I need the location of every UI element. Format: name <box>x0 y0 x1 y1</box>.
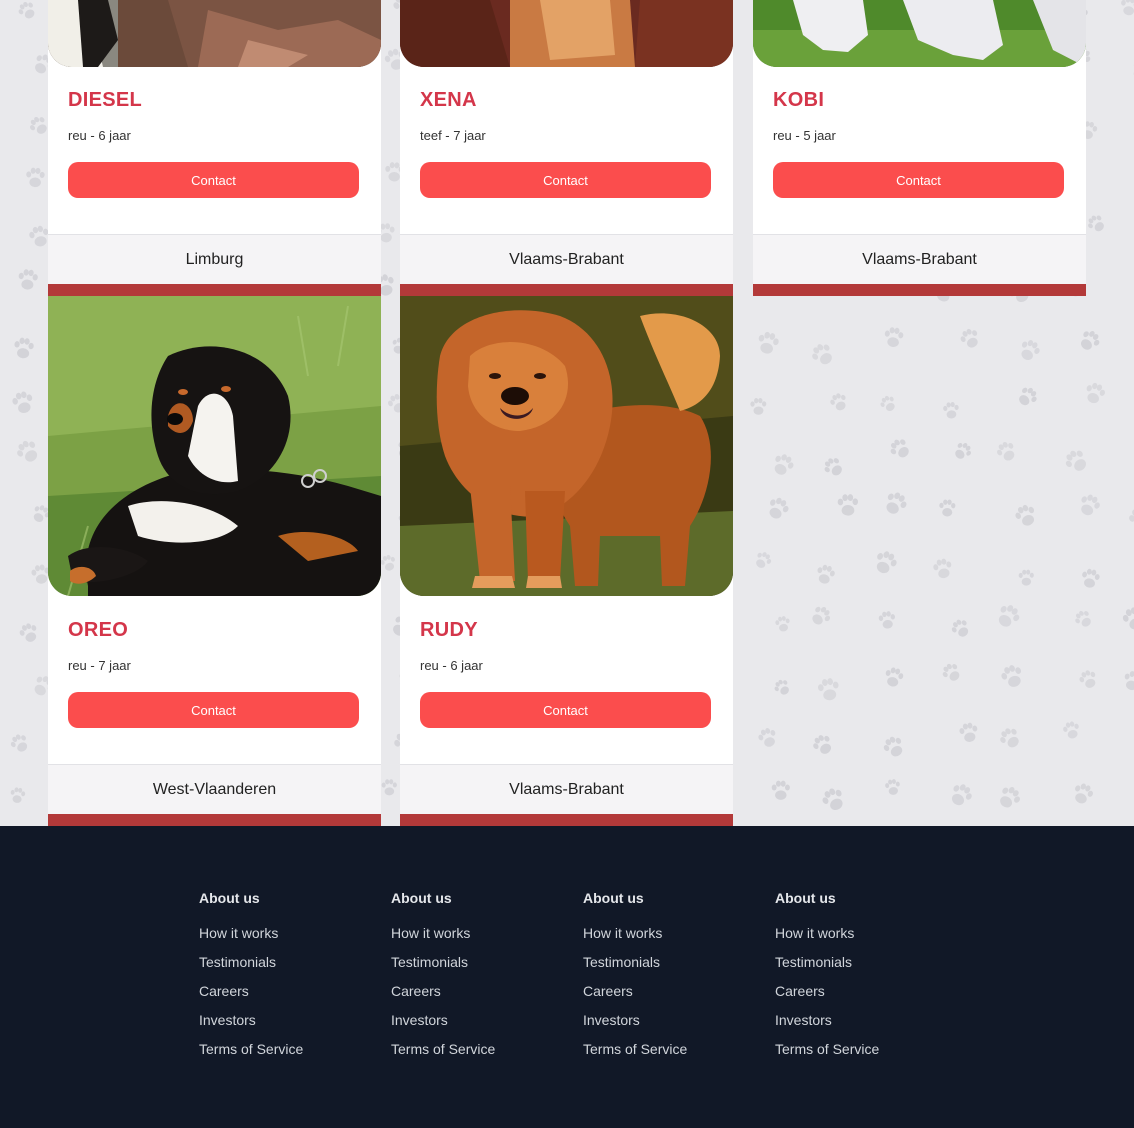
footer-links: How it works Testimonials Careers Invest… <box>583 924 763 1069</box>
footer-link-terms[interactable]: Terms of Service <box>775 1041 879 1057</box>
dog-gender-age: reu - 5 jaar <box>773 128 836 143</box>
dog-name: XENA <box>420 89 477 111</box>
footer-link-careers[interactable]: Careers <box>391 983 441 999</box>
footer-column: About us How it works Testimonials Caree… <box>775 889 955 1069</box>
dog-gender-age: reu - 7 jaar <box>68 658 131 673</box>
card-accent-bar <box>48 284 381 296</box>
footer-heading: About us <box>775 890 836 906</box>
footer-heading: About us <box>583 890 644 906</box>
footer-link-how-it-works[interactable]: How it works <box>199 925 278 941</box>
dog-region: Vlaams-Brabant <box>753 234 1086 284</box>
card-accent-bar <box>753 284 1086 296</box>
dog-region: Vlaams-Brabant <box>400 234 733 284</box>
footer-links: How it works Testimonials Careers Invest… <box>775 924 955 1069</box>
contact-button[interactable]: Contact <box>420 692 711 728</box>
site-footer: About us How it works Testimonials Caree… <box>0 826 1134 1128</box>
footer-link-testimonials[interactable]: Testimonials <box>199 954 276 970</box>
dog-card: RUDY reu - 6 jaar Contact Vlaams-Brabant <box>400 296 733 826</box>
dog-card: XENA teef - 7 jaar Contact Vlaams-Braban… <box>400 0 733 296</box>
footer-link-how-it-works[interactable]: How it works <box>583 925 662 941</box>
footer-link-terms[interactable]: Terms of Service <box>199 1041 303 1057</box>
dog-photo <box>753 0 1086 67</box>
contact-button[interactable]: Contact <box>420 162 711 198</box>
dog-gender-age: teef - 7 jaar <box>420 128 486 143</box>
footer-links: How it works Testimonials Careers Invest… <box>391 924 571 1069</box>
footer-link-investors[interactable]: Investors <box>583 1012 640 1028</box>
dog-name: DIESEL <box>68 89 143 111</box>
dog-region: West-Vlaanderen <box>48 764 381 814</box>
footer-link-testimonials[interactable]: Testimonials <box>583 954 660 970</box>
contact-button[interactable]: Contact <box>773 162 1064 198</box>
dog-gender-age: reu - 6 jaar <box>68 128 131 143</box>
footer-link-terms[interactable]: Terms of Service <box>391 1041 495 1057</box>
dog-region: Vlaams-Brabant <box>400 764 733 814</box>
footer-link-testimonials[interactable]: Testimonials <box>391 954 468 970</box>
footer-link-testimonials[interactable]: Testimonials <box>775 954 852 970</box>
footer-link-careers[interactable]: Careers <box>775 983 825 999</box>
footer-link-investors[interactable]: Investors <box>199 1012 256 1028</box>
footer-links: How it works Testimonials Careers Invest… <box>199 924 379 1069</box>
footer-link-careers[interactable]: Careers <box>583 983 633 999</box>
footer-link-investors[interactable]: Investors <box>391 1012 448 1028</box>
footer-link-how-it-works[interactable]: How it works <box>775 925 854 941</box>
footer-link-how-it-works[interactable]: How it works <box>391 925 470 941</box>
dog-region: Limburg <box>48 234 381 284</box>
dog-name: KOBI <box>773 89 825 111</box>
card-accent-bar <box>400 814 733 826</box>
dog-gender-age: reu - 6 jaar <box>420 658 483 673</box>
dog-photo <box>400 0 733 67</box>
footer-column: About us How it works Testimonials Caree… <box>391 889 571 1069</box>
footer-link-careers[interactable]: Careers <box>199 983 249 999</box>
card-accent-bar <box>48 814 381 826</box>
footer-link-investors[interactable]: Investors <box>775 1012 832 1028</box>
dog-card: DIESEL reu - 6 jaar Contact Limburg <box>48 0 381 296</box>
dog-card-grid: DIESEL reu - 6 jaar Contact Limburg XENA… <box>0 0 1134 826</box>
footer-heading: About us <box>199 890 260 906</box>
dog-photo <box>400 296 733 596</box>
contact-button[interactable]: Contact <box>68 162 359 198</box>
dog-photo <box>48 0 381 67</box>
footer-column: About us How it works Testimonials Caree… <box>199 889 379 1069</box>
footer-heading: About us <box>391 890 452 906</box>
dog-photo <box>48 296 381 596</box>
card-accent-bar <box>400 284 733 296</box>
footer-link-terms[interactable]: Terms of Service <box>583 1041 687 1057</box>
dog-card: OREO reu - 7 jaar Contact West-Vlaandere… <box>48 296 381 826</box>
contact-button[interactable]: Contact <box>68 692 359 728</box>
dog-card: KOBI reu - 5 jaar Contact Vlaams-Brabant <box>753 0 1086 296</box>
dog-name: RUDY <box>420 619 478 641</box>
footer-column: About us How it works Testimonials Caree… <box>583 889 763 1069</box>
dog-name: OREO <box>68 619 129 641</box>
